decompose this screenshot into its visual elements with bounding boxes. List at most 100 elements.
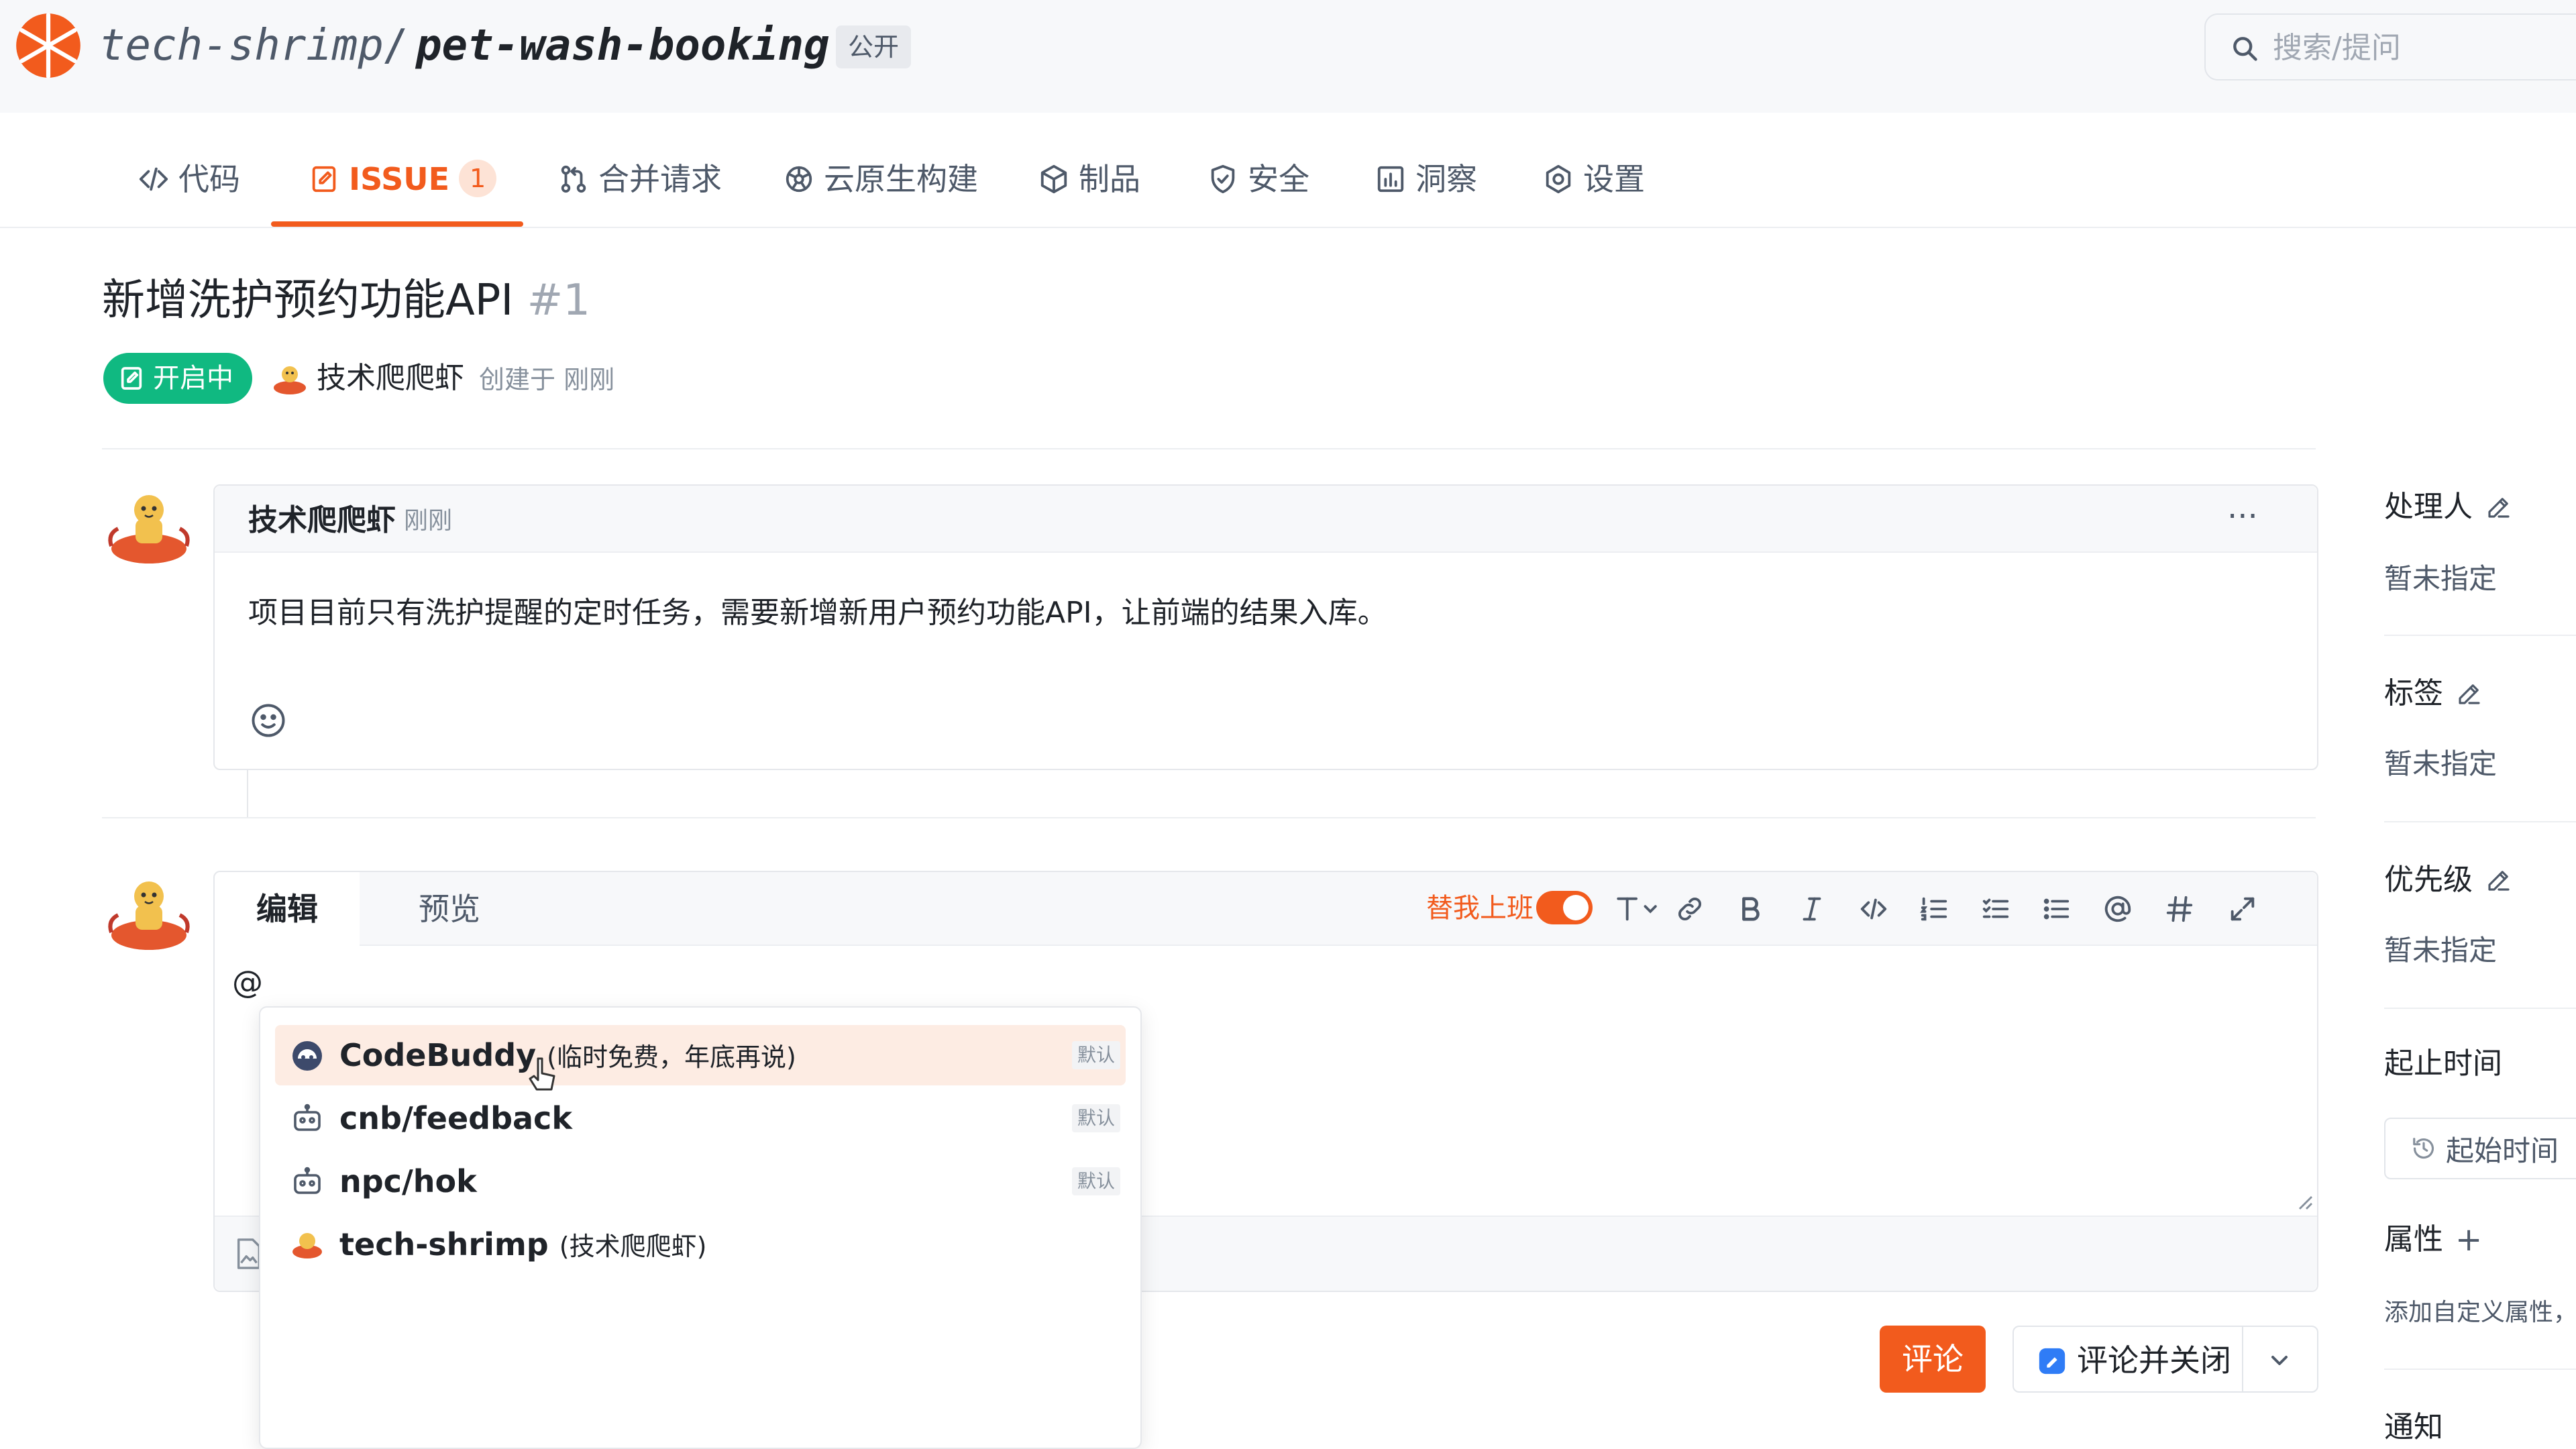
mention-option-tech-shrimp[interactable]: tech-shrimp (技术爬爬虾) xyxy=(275,1214,1126,1275)
bold-icon[interactable] xyxy=(1731,890,1770,928)
repo-owner-link[interactable]: tech-shrimp xyxy=(99,17,384,74)
period-label: 起止时间 xyxy=(2384,1046,2502,1081)
default-badge: 默认 xyxy=(1072,1104,1121,1132)
current-user-avatar[interactable] xyxy=(103,868,195,959)
mention-option-label: CodeBuddy (临时免费，年底再说) xyxy=(339,1034,796,1078)
fullscreen-icon[interactable] xyxy=(2223,890,2262,928)
edit-labels-icon[interactable] xyxy=(2455,680,2483,708)
mention-subtitle: (技术爬爬虾) xyxy=(559,1232,707,1261)
issue-created-time: 创建于 刚刚 xyxy=(479,365,615,394)
author-avatar[interactable] xyxy=(270,358,310,398)
code-inline-icon[interactable] xyxy=(1854,890,1893,928)
issue-author-link[interactable]: 技术爬爬虾 xyxy=(317,358,464,398)
tab-settings-label: 设置 xyxy=(1583,161,1645,197)
more-options-button[interactable]: ··· xyxy=(2227,498,2258,535)
labels-section-label: 标签 xyxy=(2384,674,2483,714)
labels-value: 暂未指定 xyxy=(2384,747,2498,780)
top-header: tech-shrimp / pet-wash-booking 公开 搜索/提问 xyxy=(0,0,2576,113)
section-divider xyxy=(102,448,2316,449)
robot-icon xyxy=(290,1103,325,1135)
tab-code[interactable]: 代码 xyxy=(138,160,240,217)
start-time-button[interactable]: 起始时间 xyxy=(2384,1118,2576,1179)
assignee-value: 暂未指定 xyxy=(2384,562,2498,595)
add-reaction-icon[interactable] xyxy=(248,700,288,741)
sidebar-divider xyxy=(2384,635,2576,636)
comment-body-text: 项目目前只有洗护提醒的定时任务，需要新增新用户预约功能API，让前端的结果入库。 xyxy=(248,596,1387,630)
tab-preview[interactable]: 预览 xyxy=(396,872,503,946)
edit-priority-icon[interactable] xyxy=(2485,866,2513,894)
bullet-list-icon[interactable] xyxy=(2037,890,2076,928)
priority-value: 暂未指定 xyxy=(2384,934,2498,967)
tab-merge-requests[interactable]: 合并请求 xyxy=(558,160,722,217)
tab-insights[interactable]: 洞察 xyxy=(1375,160,1477,217)
ordered-list-icon[interactable] xyxy=(1915,890,1953,928)
priority-label: 优先级 xyxy=(2384,863,2473,897)
issue-description-card: 技术爬爬虾 刚刚 ··· 项目目前只有洗护提醒的定时任务，需要新增新用户预约功能… xyxy=(213,484,2318,770)
comment-and-close-label: 评论并关闭 xyxy=(2077,1342,2231,1379)
chevron-down-icon[interactable] xyxy=(2266,1347,2293,1374)
issue-title-text: 新增洗护预约功能API xyxy=(102,276,514,325)
history-clock-icon xyxy=(2411,1136,2436,1161)
code-icon xyxy=(138,160,169,195)
tab-settings[interactable]: 设置 xyxy=(1543,160,1645,217)
merge-request-icon xyxy=(558,160,589,195)
default-badge: 默认 xyxy=(1072,1167,1121,1195)
edit-assignee-icon[interactable] xyxy=(2485,493,2513,521)
issue-title: 新增洗护预约功能API #1 xyxy=(102,272,590,329)
comment-author-name[interactable]: 技术爬爬虾 xyxy=(248,502,396,539)
tab-artifacts-label: 制品 xyxy=(1079,161,1140,197)
package-icon xyxy=(1038,160,1069,195)
mention-option-label: npc/hok xyxy=(339,1161,477,1202)
assignee-section-label: 处理人 xyxy=(2384,487,2513,527)
tab-cloud-native-build-label: 云原生构建 xyxy=(824,161,978,197)
editor-toolbar: 编辑 预览 替我上班 xyxy=(215,872,2317,946)
search-input[interactable]: 搜索/提问 xyxy=(2204,13,2576,80)
issue-status-badge: 开启中 xyxy=(103,353,252,404)
thread-connector-line xyxy=(247,770,248,818)
italic-icon[interactable] xyxy=(1792,890,1831,928)
mouse-pointer-icon xyxy=(527,1056,559,1099)
robot-icon xyxy=(290,1166,325,1198)
notification-label: 通知 xyxy=(2384,1410,2443,1444)
visibility-badge: 公开 xyxy=(836,25,912,68)
mention-option-npc-hok[interactable]: npc/hok 默认 xyxy=(275,1151,1126,1212)
text-style-dropdown[interactable] xyxy=(1607,890,1668,928)
comment-and-close-button[interactable]: 评论并关闭 xyxy=(2012,1326,2318,1393)
resize-handle-icon[interactable] xyxy=(2294,1191,2313,1210)
period-section-label: 起止时间 xyxy=(2384,1044,2502,1084)
comment-textarea[interactable]: @ xyxy=(232,962,263,1002)
repo-name-link[interactable]: pet-wash-booking xyxy=(416,17,830,74)
mention-option-cnb-feedback[interactable]: cnb/feedback 默认 xyxy=(275,1088,1126,1148)
hashtag-icon[interactable] xyxy=(2160,890,2199,928)
cnb-logo-icon[interactable] xyxy=(13,11,83,80)
search-placeholder: 搜索/提问 xyxy=(2273,31,2401,65)
comment-button[interactable]: 评论 xyxy=(1880,1326,1986,1393)
sidebar-divider xyxy=(2384,821,2576,822)
mention-name: cnb/feedback xyxy=(339,1100,572,1136)
assignee-label: 处理人 xyxy=(2384,490,2473,524)
issue-icon xyxy=(309,160,339,195)
mention-name: npc/hok xyxy=(339,1163,477,1199)
active-tab-indicator xyxy=(271,221,523,227)
mention-subtitle: (临时免费，年底再说) xyxy=(547,1042,796,1072)
repo-path-separator: / xyxy=(382,21,409,70)
mention-name: CodeBuddy xyxy=(339,1037,537,1073)
tab-artifacts[interactable]: 制品 xyxy=(1038,160,1140,217)
tab-cloud-native-build[interactable]: 云原生构建 xyxy=(784,160,978,217)
task-list-icon[interactable] xyxy=(1976,890,2015,928)
button-separator xyxy=(2242,1327,2243,1391)
tab-issue[interactable]: ISSUE 1 xyxy=(309,160,497,217)
mention-icon[interactable] xyxy=(2098,890,2137,928)
sidebar-divider xyxy=(2384,1008,2576,1009)
add-attribute-button[interactable]: + xyxy=(2455,1220,2482,1260)
attributes-hint: 添加自定义属性， xyxy=(2384,1299,2576,1326)
link-icon[interactable] xyxy=(1670,890,1709,928)
work-mode-toggle[interactable] xyxy=(1536,891,1593,924)
build-icon xyxy=(784,160,814,195)
mention-option-codebuddy[interactable]: CodeBuddy (临时免费，年底再说) 默认 xyxy=(275,1025,1126,1085)
tab-edit[interactable]: 编辑 xyxy=(215,872,360,946)
mention-name: tech-shrimp xyxy=(339,1226,549,1263)
user-avatar-icon xyxy=(290,1229,325,1261)
comment-author-avatar[interactable] xyxy=(103,482,195,573)
tab-security[interactable]: 安全 xyxy=(1208,160,1309,217)
